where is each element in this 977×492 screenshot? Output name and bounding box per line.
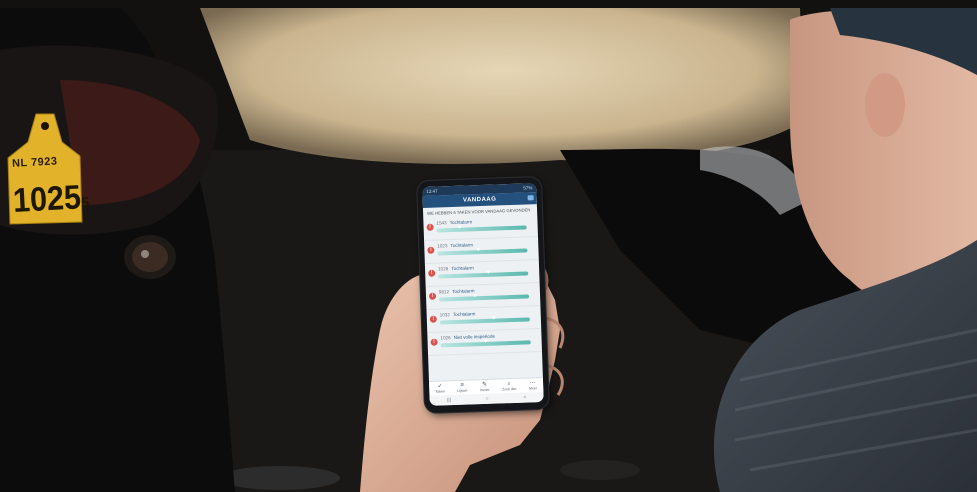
alert-timeline-marker bbox=[457, 225, 462, 229]
header-menu-icon[interactable] bbox=[527, 195, 534, 201]
animal-number: 1032 bbox=[439, 312, 450, 318]
alert-timeline-bar bbox=[437, 248, 528, 256]
nav-label: Taken bbox=[435, 389, 445, 394]
alert-timeline-marker bbox=[491, 316, 496, 320]
page-title: VANDAAG bbox=[462, 196, 497, 204]
photo-scene: NL 7923 10255 13:47 57% VANDAAG WE HEBBE… bbox=[0, 0, 977, 492]
animal-number: 9812 bbox=[438, 289, 450, 295]
nav-label: Meer bbox=[528, 386, 538, 391]
alert-icon: ! bbox=[428, 292, 437, 300]
alert-icon: ! bbox=[429, 315, 437, 323]
alert-label: Niet volle insperiode bbox=[453, 333, 496, 341]
alert-label: Tochtalarm bbox=[451, 265, 474, 272]
alert-timeline-marker bbox=[485, 270, 490, 274]
alert-timeline-bar bbox=[438, 271, 529, 279]
alert-icon: ! bbox=[427, 246, 435, 254]
alert-timeline-bar bbox=[439, 317, 530, 325]
ear-tag: NL 7923 10255 bbox=[6, 112, 90, 228]
alert-text: 9812 Tochtalarm bbox=[439, 288, 475, 294]
alert-label: Tochtalarm bbox=[452, 288, 475, 295]
animal-number: 1543 bbox=[436, 220, 447, 226]
alert-timeline-bar bbox=[436, 225, 527, 233]
alert-label: Tochtalarm bbox=[450, 242, 474, 249]
nav-item-invoer[interactable]: ✎ Invoer bbox=[480, 382, 490, 392]
nav-label: Zoek dier bbox=[501, 386, 517, 392]
alert-icon: ! bbox=[428, 269, 436, 277]
alert-list: ! 1543 Tochtalarm! 1023 Tochtalarm! 1028 Tocht… bbox=[423, 214, 543, 356]
back-button[interactable]: < bbox=[523, 395, 526, 401]
nav-item-meer[interactable]: ⋯ Meer bbox=[529, 380, 537, 390]
recent-apps-button[interactable]: ||| bbox=[447, 397, 451, 403]
animal-number: 1028 bbox=[437, 266, 449, 272]
nav-item-lijsten[interactable]: ≡ Lijsten bbox=[457, 383, 467, 393]
alert-text: 1028 Tochtalarm bbox=[438, 265, 474, 271]
alert-timeline-marker bbox=[475, 248, 480, 252]
alert-label: Tochtalarm bbox=[452, 311, 476, 318]
alert-text: 1543 Tochtalarm bbox=[436, 219, 472, 225]
animal-number: 1023 bbox=[437, 243, 448, 249]
ear-tag-number: 10255 bbox=[12, 178, 90, 220]
status-time: 13:47 bbox=[426, 188, 438, 194]
animal-number: 1026 bbox=[440, 335, 451, 341]
status-battery: 57% bbox=[523, 185, 533, 191]
home-button[interactable]: ○ bbox=[485, 396, 488, 402]
alert-icon: ! bbox=[430, 338, 438, 346]
smartphone: 13:47 57% VANDAAG WE HEBBEN 6 TAKEN VOOR… bbox=[416, 176, 550, 414]
nav-label: Lijsten bbox=[457, 388, 468, 393]
alert-timeline-bar bbox=[439, 294, 530, 302]
phone-screen: 13:47 57% VANDAAG WE HEBBEN 6 TAKEN VOOR… bbox=[422, 183, 544, 406]
alert-text: 1032 Tochtalarm bbox=[440, 311, 476, 317]
alert-timeline-marker bbox=[483, 339, 488, 344]
nav-item-taken[interactable]: ✓ Taken bbox=[435, 383, 445, 394]
alert-timeline-marker bbox=[472, 294, 478, 298]
alert-label: Tochtalarm bbox=[449, 219, 473, 226]
alert-icon: ! bbox=[426, 223, 434, 231]
alert-text: 1023 Tochtalarm bbox=[437, 242, 473, 248]
alert-row[interactable]: ! 1026 Niet volle insperiode bbox=[427, 328, 543, 356]
nav-item-zoek-dier[interactable]: ⌕ Zoek dier bbox=[501, 381, 517, 392]
nav-label: Invoer bbox=[479, 387, 490, 393]
